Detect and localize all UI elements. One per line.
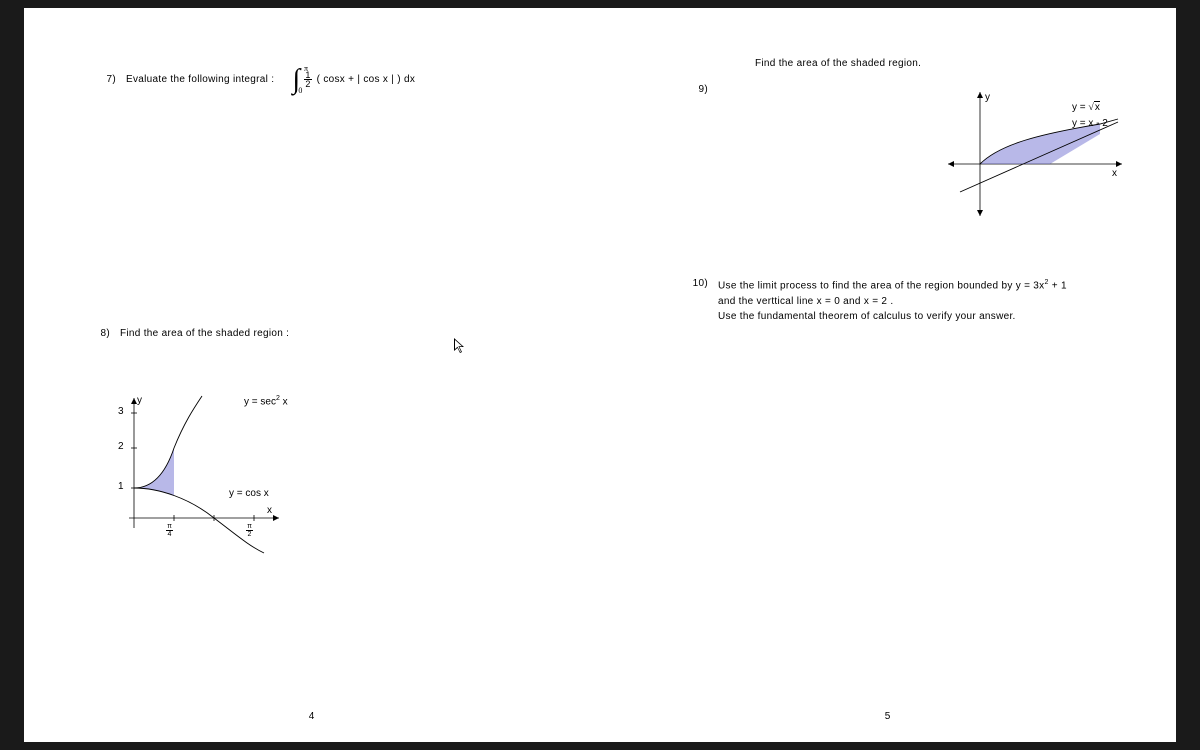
- problem-text: Find the area of the shaded region :: [120, 328, 289, 339]
- page-left: 7) Evaluate the following integral : ∫ π…: [24, 8, 600, 742]
- integral-sign-icon: ∫ π 0: [290, 70, 302, 90]
- problem-number: 9): [688, 84, 708, 95]
- x-tick-pi2: π 2: [246, 523, 253, 538]
- problem-9: 9): [688, 84, 708, 95]
- problem-text: Use the limit process to find the area o…: [718, 278, 1148, 325]
- axis-x-label: x: [267, 505, 272, 516]
- problem-number: 10): [688, 278, 708, 325]
- problem-text: Evaluate the following integral :: [126, 74, 274, 85]
- fraction: 1 2: [304, 71, 311, 89]
- axis-x-label: x: [1112, 168, 1117, 179]
- integral-body: ( cosx + | cos x | ) dx: [317, 74, 416, 85]
- q9-curve2-label: y = x - 2: [1072, 118, 1108, 129]
- q9-header: Find the area of the shaded region.: [755, 58, 921, 69]
- q8-curve1-label: y = sec2 x: [244, 395, 288, 407]
- fraction-den: 2: [304, 79, 311, 89]
- cursor-icon: [454, 338, 466, 354]
- q9-plot: [940, 84, 1130, 224]
- axis-y-label: y: [985, 92, 990, 103]
- page-number: 4: [24, 711, 600, 722]
- problem-10: 10) Use the limit process to find the ar…: [688, 278, 1148, 325]
- problem-number: 7): [96, 74, 116, 85]
- axis-y-label: y: [137, 395, 142, 406]
- q9-figure: y x: [940, 84, 1130, 224]
- x-tick-pi4: π 4: [166, 523, 173, 538]
- problem-number: 8): [90, 328, 110, 339]
- integral-expression: ∫ π 0 1 2 ( cosx + | cos x | ) dx: [290, 70, 415, 90]
- problem-8: 8) Find the area of the shaded region :: [90, 328, 289, 339]
- document-spread: 7) Evaluate the following integral : ∫ π…: [24, 8, 1176, 742]
- q9-curve1-label: y = √x: [1072, 102, 1100, 113]
- lower-bound: 0: [298, 88, 302, 94]
- q8-plot: [104, 388, 304, 558]
- q8-curve2-label: y = cos x: [229, 488, 269, 499]
- q8-figure: 3 2 1 y x π 4 π 2: [104, 388, 304, 558]
- page-right: Find the area of the shaded region. 9) y: [600, 8, 1176, 742]
- y-tick-2: 2: [118, 441, 124, 452]
- y-tick-1: 1: [118, 481, 124, 492]
- y-tick-3: 3: [118, 406, 124, 417]
- page-number: 5: [600, 711, 1176, 722]
- problem-7: 7) Evaluate the following integral : ∫ π…: [96, 70, 576, 90]
- upper-bound: π: [304, 66, 308, 72]
